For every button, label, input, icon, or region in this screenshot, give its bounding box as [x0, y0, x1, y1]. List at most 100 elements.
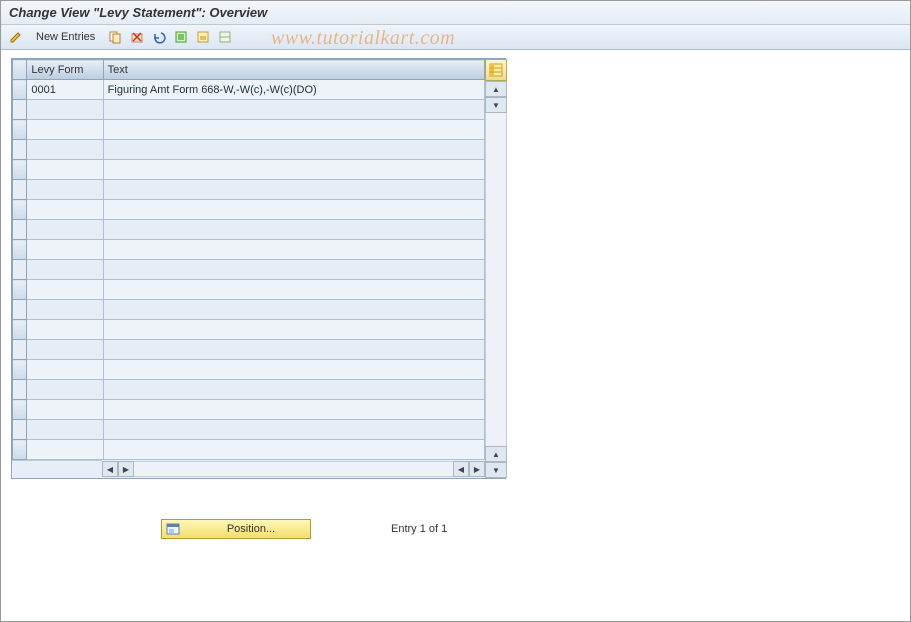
row-selector[interactable]	[13, 100, 27, 120]
row-selector[interactable]	[13, 420, 27, 440]
cell-empty[interactable]	[103, 240, 484, 260]
row-selector[interactable]	[13, 380, 27, 400]
cell-empty[interactable]	[103, 300, 484, 320]
cell-levy-form[interactable]: 0001	[27, 80, 103, 100]
cell-empty[interactable]	[103, 380, 484, 400]
row-selector[interactable]	[13, 240, 27, 260]
table-settings-icon[interactable]	[485, 59, 507, 81]
row-selector[interactable]	[13, 80, 27, 100]
table-row	[13, 340, 485, 360]
cell-empty[interactable]	[27, 200, 103, 220]
table-row	[13, 400, 485, 420]
header-row: Levy Form Text	[13, 60, 485, 80]
watermark-text: www.tutorialkart.com	[271, 27, 455, 50]
scroll-first-icon[interactable]: ◀	[102, 461, 118, 477]
cell-empty[interactable]	[27, 340, 103, 360]
vertical-scrollbar: ▲ ▼ ▲ ▼	[485, 59, 507, 478]
row-selector[interactable]	[13, 140, 27, 160]
cell-empty[interactable]	[27, 440, 103, 460]
cell-empty[interactable]	[27, 280, 103, 300]
col-header-text[interactable]: Text	[103, 60, 484, 80]
cell-empty[interactable]	[27, 160, 103, 180]
row-selector[interactable]	[13, 180, 27, 200]
content-area: Levy Form Text 0001 Figuring Amt Form 66…	[1, 50, 910, 547]
cell-empty[interactable]	[27, 140, 103, 160]
table-row	[13, 120, 485, 140]
table-row	[13, 140, 485, 160]
cell-empty[interactable]	[103, 260, 484, 280]
row-selector-header[interactable]	[13, 60, 27, 80]
page-title: Change View "Levy Statement": Overview	[1, 1, 910, 25]
table-row	[13, 320, 485, 340]
cell-empty[interactable]	[103, 200, 484, 220]
cell-empty[interactable]	[103, 440, 484, 460]
select-block-icon[interactable]	[194, 28, 212, 46]
cell-empty[interactable]	[103, 420, 484, 440]
scroll-left-icon[interactable]: ▶	[118, 461, 134, 477]
h-scroll-track[interactable]	[134, 461, 453, 477]
cell-empty[interactable]	[103, 180, 484, 200]
cell-empty[interactable]	[27, 180, 103, 200]
data-grid: Levy Form Text 0001 Figuring Amt Form 66…	[12, 59, 485, 460]
cell-empty[interactable]	[27, 400, 103, 420]
cell-empty[interactable]	[27, 120, 103, 140]
row-selector[interactable]	[13, 160, 27, 180]
change-icon[interactable]	[7, 28, 25, 46]
cell-empty[interactable]	[27, 300, 103, 320]
cell-empty[interactable]	[27, 260, 103, 280]
cell-empty[interactable]	[103, 340, 484, 360]
cell-empty[interactable]	[103, 160, 484, 180]
row-selector[interactable]	[13, 280, 27, 300]
entry-counter: Entry 1 of 1	[391, 523, 447, 535]
copy-icon[interactable]	[106, 28, 124, 46]
cell-empty[interactable]	[103, 120, 484, 140]
col-header-levy-form[interactable]: Levy Form	[27, 60, 103, 80]
scroll-up-icon[interactable]: ▲	[485, 81, 507, 97]
table-row	[13, 160, 485, 180]
table-row	[13, 380, 485, 400]
cell-empty[interactable]	[103, 100, 484, 120]
table-row	[13, 100, 485, 120]
cell-empty[interactable]	[103, 400, 484, 420]
row-selector[interactable]	[13, 200, 27, 220]
row-selector[interactable]	[13, 120, 27, 140]
position-label: Position...	[210, 523, 292, 535]
cell-empty[interactable]	[103, 280, 484, 300]
table-row	[13, 260, 485, 280]
cell-empty[interactable]	[27, 220, 103, 240]
cell-empty[interactable]	[27, 320, 103, 340]
cell-empty[interactable]	[103, 220, 484, 240]
scroll-last-icon[interactable]: ▶	[469, 461, 485, 477]
scroll-down-icon[interactable]: ▼	[485, 97, 507, 113]
row-selector[interactable]	[13, 440, 27, 460]
horizontal-scrollbar: ◀ ▶ ◀ ▶	[12, 460, 485, 478]
page-down-icon[interactable]: ▼	[485, 462, 507, 478]
cell-empty[interactable]	[103, 140, 484, 160]
row-selector[interactable]	[13, 360, 27, 380]
cell-empty[interactable]	[27, 380, 103, 400]
table-wrapper: Levy Form Text 0001 Figuring Amt Form 66…	[11, 58, 506, 479]
scroll-right-icon[interactable]: ◀	[453, 461, 469, 477]
page-up-icon[interactable]: ▲	[485, 446, 507, 462]
undo-icon[interactable]	[150, 28, 168, 46]
row-selector[interactable]	[13, 220, 27, 240]
row-selector[interactable]	[13, 300, 27, 320]
new-entries-button[interactable]: New Entries	[29, 28, 102, 46]
select-all-icon[interactable]	[172, 28, 190, 46]
cell-text[interactable]: Figuring Amt Form 668-W,-W(c),-W(c)(DO)	[103, 80, 484, 100]
table-row	[13, 420, 485, 440]
row-selector[interactable]	[13, 400, 27, 420]
cell-empty[interactable]	[103, 360, 484, 380]
cell-empty[interactable]	[103, 320, 484, 340]
v-scroll-track[interactable]	[485, 113, 507, 446]
deselect-all-icon[interactable]	[216, 28, 234, 46]
delete-icon[interactable]	[128, 28, 146, 46]
position-button[interactable]: Position...	[161, 519, 311, 539]
row-selector[interactable]	[13, 340, 27, 360]
cell-empty[interactable]	[27, 240, 103, 260]
cell-empty[interactable]	[27, 100, 103, 120]
cell-empty[interactable]	[27, 420, 103, 440]
row-selector[interactable]	[13, 260, 27, 280]
row-selector[interactable]	[13, 320, 27, 340]
cell-empty[interactable]	[27, 360, 103, 380]
